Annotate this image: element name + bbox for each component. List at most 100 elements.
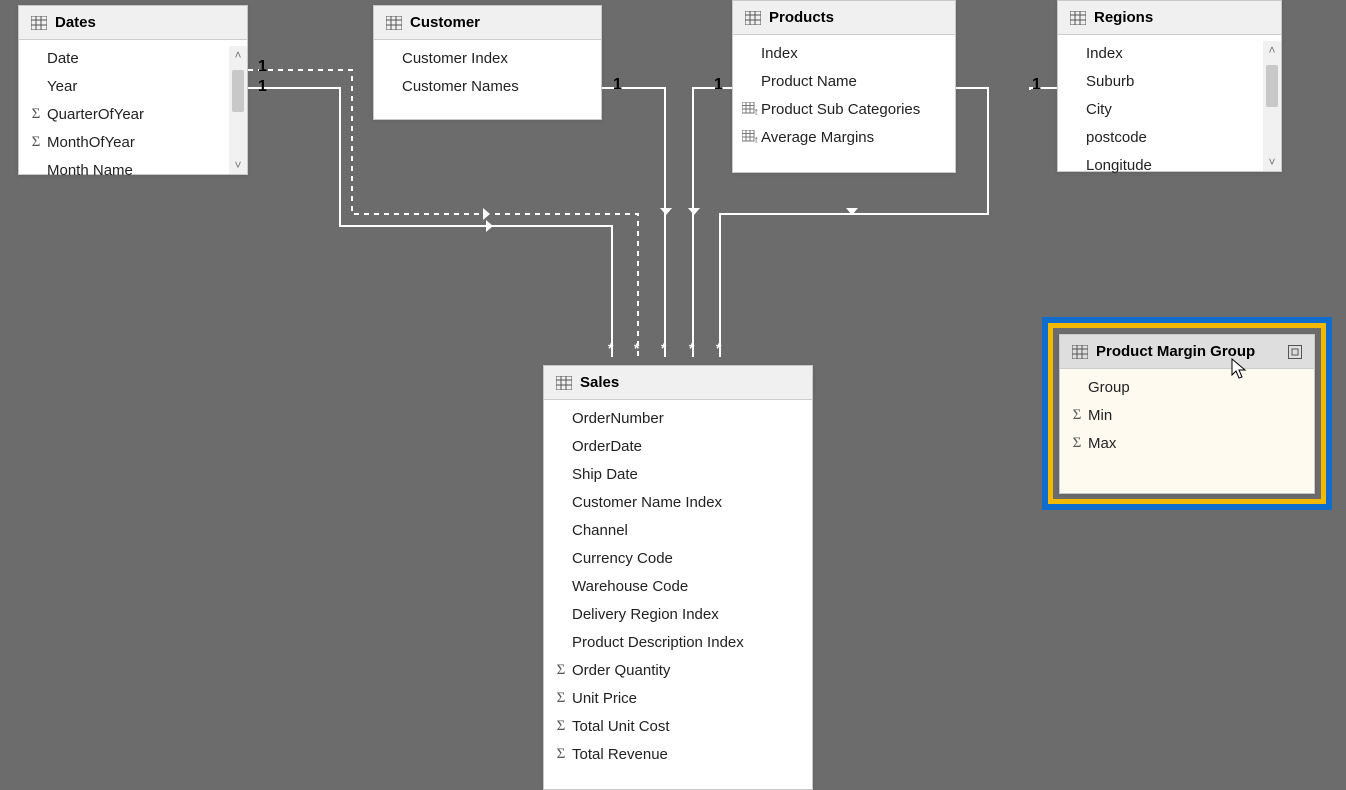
table-icon [1072, 345, 1088, 359]
field-label: Group [1088, 379, 1130, 396]
field-label: Average Margins [761, 129, 874, 146]
field-item[interactable]: Month Name [19, 156, 247, 184]
table-dates[interactable]: Dates Date Year ΣQuarterOfYearΣMonthOfYear… [18, 5, 248, 175]
field-label: Product Description Index [572, 634, 744, 651]
scroll-thumb[interactable] [1266, 65, 1278, 107]
field-item[interactable]: ΣTotal Unit Cost [544, 712, 812, 740]
field-label: Currency Code [572, 550, 673, 567]
field-label: Longitude [1086, 157, 1152, 174]
table-products[interactable]: Products Index Product Name fxProduct Sub … [732, 0, 956, 173]
cardinality-one: 1 [258, 58, 267, 76]
field-label: QuarterOfYear [47, 106, 144, 123]
table-product-margin-group[interactable]: Product Margin Group Group ΣMinΣMax [1059, 334, 1315, 494]
field-label: Unit Price [572, 690, 637, 707]
table-title: Customer [410, 14, 480, 31]
field-label: Total Revenue [572, 746, 668, 763]
sigma-icon: Σ [1066, 407, 1088, 424]
field-item[interactable]: Customer Names [374, 72, 601, 100]
table-title: Products [769, 9, 834, 26]
field-item[interactable]: Warehouse Code [544, 572, 812, 600]
field-item[interactable]: ΣOrder Quantity [544, 656, 812, 684]
cardinality-many: * [689, 340, 694, 356]
scrollbar[interactable]: ˄ ˅ [229, 46, 247, 174]
field-item[interactable]: ΣUnit Price [544, 684, 812, 712]
field-label: Year [47, 78, 77, 95]
field-list: Index Product Name fxProduct Sub Categorie… [733, 35, 955, 155]
field-item[interactable]: Suburb [1058, 67, 1281, 95]
field-list: Date Year ΣQuarterOfYearΣMonthOfYearMonth … [19, 40, 247, 188]
table-customer[interactable]: Customer Customer IndexCustomer Names [373, 5, 602, 120]
table-icon [31, 16, 47, 30]
scroll-thumb[interactable] [232, 70, 244, 112]
field-item[interactable]: Customer Name Index [544, 488, 812, 516]
scroll-up-icon[interactable]: ˄ [229, 46, 247, 64]
table-title: Regions [1094, 9, 1153, 26]
field-item[interactable]: Channel [544, 516, 812, 544]
field-label: Customer Name Index [572, 494, 722, 511]
field-item[interactable]: City [1058, 95, 1281, 123]
field-item[interactable]: ΣMin [1060, 401, 1314, 429]
table-title: Dates [55, 14, 96, 31]
field-label: Date [47, 50, 79, 67]
field-item[interactable]: Year [19, 72, 247, 100]
table-header[interactable]: Sales [544, 366, 812, 400]
table-icon [556, 376, 572, 390]
cardinality-one: 1 [714, 76, 723, 94]
scroll-down-icon[interactable]: ˅ [1263, 153, 1281, 171]
scroll-up-icon[interactable]: ˄ [1263, 41, 1281, 59]
field-item[interactable]: Group [1060, 373, 1314, 401]
field-label: postcode [1086, 129, 1147, 146]
field-item[interactable]: Index [1058, 39, 1281, 67]
field-item[interactable]: OrderNumber [544, 404, 812, 432]
field-label: City [1086, 101, 1112, 118]
calculated-column-icon: fx [739, 130, 761, 144]
cardinality-many: * [716, 340, 721, 356]
table-header[interactable]: Dates [19, 6, 247, 40]
expand-icon[interactable] [1288, 345, 1302, 359]
field-item[interactable]: Customer Index [374, 44, 601, 72]
table-icon [745, 11, 761, 25]
field-list: OrderNumber OrderDateShip Date Customer Na… [544, 400, 812, 772]
cardinality-many: * [661, 340, 666, 356]
field-item[interactable]: Date [19, 44, 247, 72]
field-item[interactable]: Ship Date [544, 460, 812, 488]
field-item[interactable]: ΣTotal Revenue [544, 740, 812, 768]
cardinality-many: * [608, 340, 613, 356]
field-item[interactable]: Product Name [733, 67, 955, 95]
cardinality-one: 1 [1032, 76, 1041, 94]
field-label: OrderNumber [572, 410, 664, 427]
field-item[interactable]: OrderDate [544, 432, 812, 460]
table-header[interactable]: Customer [374, 6, 601, 40]
field-list: IndexSuburb City postcode Longitude [1058, 35, 1281, 183]
table-header[interactable]: Product Margin Group [1060, 335, 1314, 369]
field-item[interactable]: Longitude [1058, 151, 1281, 179]
table-icon [386, 16, 402, 30]
field-item[interactable]: Delivery Region Index [544, 600, 812, 628]
field-item[interactable]: ΣQuarterOfYear [19, 100, 247, 128]
field-item[interactable]: Currency Code [544, 544, 812, 572]
field-item[interactable]: Product Description Index [544, 628, 812, 656]
scroll-down-icon[interactable]: ˅ [229, 156, 247, 174]
table-header[interactable]: Regions [1058, 1, 1281, 35]
svg-text:fx: fx [755, 136, 758, 144]
scrollbar[interactable]: ˄ ˅ [1263, 41, 1281, 171]
sigma-icon: Σ [550, 690, 572, 707]
table-title: Sales [580, 374, 619, 391]
field-label: Product Name [761, 73, 857, 90]
field-item[interactable]: ΣMax [1060, 429, 1314, 457]
sigma-icon: Σ [1066, 435, 1088, 452]
field-item[interactable]: ΣMonthOfYear [19, 128, 247, 156]
field-item[interactable]: fxProduct Sub Categories [733, 95, 955, 123]
model-diagram-canvas[interactable]: 1 1 1 1 1 * * * * * Dates DateYearΣQuart… [0, 0, 1346, 790]
table-sales[interactable]: Sales OrderNumber OrderDateShip Date Custo… [543, 365, 813, 790]
field-item[interactable]: fxAverage Margins [733, 123, 955, 151]
table-regions[interactable]: Regions IndexSuburb City postcode Longitude… [1057, 0, 1282, 172]
field-item[interactable]: postcode [1058, 123, 1281, 151]
sigma-icon: Σ [550, 662, 572, 679]
field-label: MonthOfYear [47, 134, 135, 151]
field-label: Warehouse Code [572, 578, 688, 595]
table-header[interactable]: Products [733, 1, 955, 35]
cardinality-one: 1 [258, 78, 267, 96]
field-label: Delivery Region Index [572, 606, 719, 623]
field-item[interactable]: Index [733, 39, 955, 67]
